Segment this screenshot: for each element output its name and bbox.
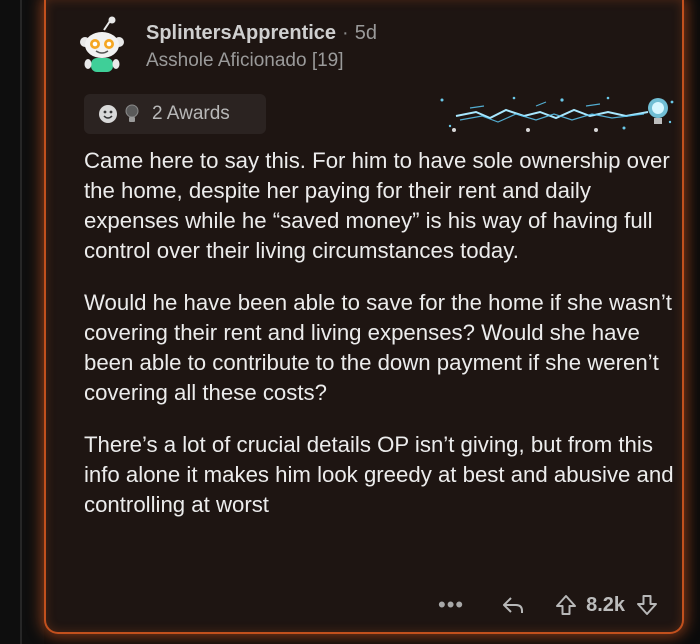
more-options-button[interactable]: ••• [438, 592, 464, 618]
upvote-icon[interactable] [554, 593, 578, 617]
snoo-avatar-icon [80, 16, 124, 72]
user-flair: Asshole Aficionado [19] [146, 50, 344, 71]
vote-score: 8.2k [586, 593, 626, 616]
user-avatar[interactable] [74, 16, 130, 74]
author-username[interactable]: SplintersApprentice [146, 22, 336, 44]
lightbulb-award-icon [125, 104, 139, 122]
header-separator: · [342, 22, 349, 44]
comment-card: SplintersApprentice · 5d Asshole Aficionad… [44, 0, 684, 634]
awards-pill[interactable]: 2 Awards [84, 94, 266, 134]
awards-count: 2 Awards [152, 103, 230, 124]
comment-age: 5d [354, 22, 377, 44]
lightning-award-effect-icon [440, 96, 674, 132]
comment-paragraph-1: Came here to say this. For him to have s… [84, 148, 670, 263]
thread-rail [0, 0, 44, 644]
thread-line[interactable] [20, 0, 22, 644]
comment-paragraph-3: There’s a lot of crucial details OP isn’… [84, 432, 674, 517]
comment-header: SplintersApprentice · 5d [146, 22, 377, 45]
wholesome-face-award-icon [99, 105, 117, 123]
comment-paragraph-2: Would he have been able to save for the … [84, 290, 672, 405]
downvote-icon[interactable] [635, 593, 659, 617]
reply-icon[interactable] [500, 594, 526, 616]
comment-actions: ••• 8.2k [434, 588, 684, 622]
comment-body: Came here to say this. For him to have s… [84, 146, 674, 542]
